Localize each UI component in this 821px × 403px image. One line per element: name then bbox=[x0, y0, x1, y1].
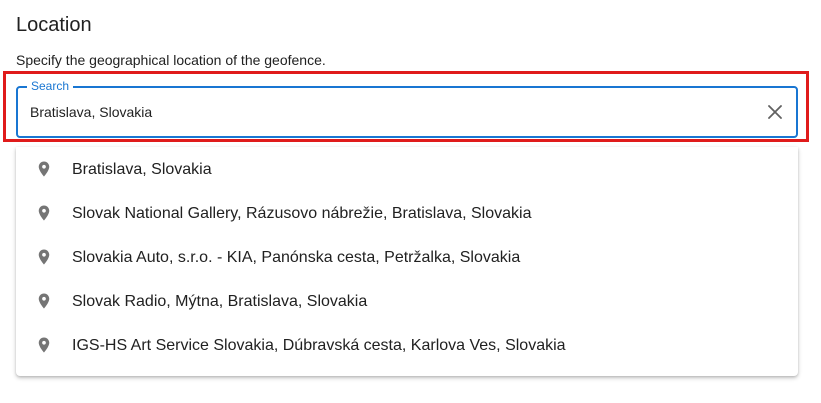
suggestion-label: Slovak Radio, Mýtna, Bratislava, Slovaki… bbox=[72, 293, 368, 310]
suggestion-label: Slovak National Gallery, Rázusovo nábrež… bbox=[72, 205, 532, 222]
suggestion-option[interactable]: IGS-HS Art Service Slovakia, Dúbravská c… bbox=[16, 323, 798, 367]
map-pin-icon bbox=[38, 161, 50, 177]
suggestion-option[interactable]: Slovak Radio, Mýtna, Bratislava, Slovaki… bbox=[16, 279, 798, 323]
suggestion-label: Bratislava, Slovakia bbox=[72, 161, 212, 178]
suggestion-option[interactable]: Bratislava, Slovakia bbox=[16, 147, 798, 191]
suggestion-label: Slovakia Auto, s.r.o. - KIA, Panónska ce… bbox=[72, 249, 521, 266]
map-pin-icon bbox=[38, 205, 50, 221]
suggestion-option[interactable]: Slovakia Auto, s.r.o. - KIA, Panónska ce… bbox=[16, 235, 798, 279]
clear-button[interactable] bbox=[764, 101, 786, 123]
section-title: Location bbox=[16, 14, 92, 36]
search-label: Search bbox=[27, 79, 74, 93]
map-pin-icon bbox=[38, 249, 50, 265]
search-field[interactable]: Search bbox=[16, 79, 798, 138]
map-pin-icon bbox=[38, 337, 50, 353]
section-description: Specify the geographical location of the… bbox=[16, 52, 326, 68]
suggestion-option[interactable]: Slovak National Gallery, Rázusovo nábrež… bbox=[16, 191, 798, 235]
search-input[interactable] bbox=[30, 101, 750, 123]
suggestion-label: IGS-HS Art Service Slovakia, Dúbravská c… bbox=[72, 337, 566, 354]
close-icon bbox=[768, 105, 782, 119]
suggestions-dropdown: Bratislava, Slovakia Slovak National Gal… bbox=[16, 147, 798, 376]
map-pin-icon bbox=[38, 293, 50, 309]
